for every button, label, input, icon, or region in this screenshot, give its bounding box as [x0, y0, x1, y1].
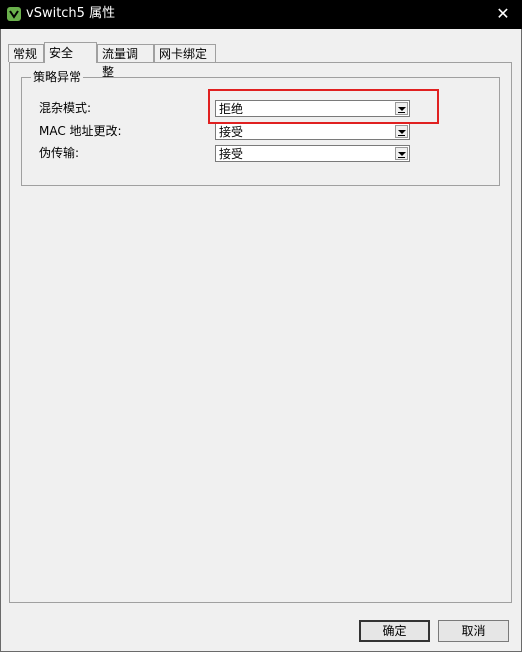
mac-address-changes-value: 接受 — [219, 125, 244, 139]
title-bar: vSwitch5 属性 ✕ — [0, 0, 522, 29]
mac-address-changes-label: MAC 地址更改: — [39, 124, 122, 138]
forged-transmits-select[interactable]: 接受 — [215, 145, 410, 162]
group-title: 策略异常 — [31, 70, 84, 84]
chevron-down-icon[interactable] — [395, 147, 408, 160]
promiscuous-mode-label: 混杂模式: — [39, 101, 92, 115]
tab-general[interactable]: 常规 — [8, 44, 44, 62]
ok-button[interactable]: 确定 — [359, 620, 430, 642]
close-button[interactable]: ✕ — [494, 4, 512, 24]
window-title: vSwitch5 属性 — [26, 6, 116, 21]
vsphere-app-icon — [7, 7, 21, 21]
forged-transmits-label: 伪传输: — [39, 146, 80, 160]
cancel-button[interactable]: 取消 — [438, 620, 509, 642]
tab-traffic-shaping[interactable]: 流量调整 — [97, 44, 154, 79]
chevron-down-icon[interactable] — [395, 125, 408, 138]
tab-security[interactable]: 安全 — [44, 42, 97, 63]
tab-nic-teaming[interactable]: 网卡绑定 — [154, 44, 216, 62]
highlight-annotation — [208, 89, 439, 124]
mac-address-changes-select[interactable]: 接受 — [215, 123, 410, 140]
forged-transmits-value: 接受 — [219, 147, 244, 161]
